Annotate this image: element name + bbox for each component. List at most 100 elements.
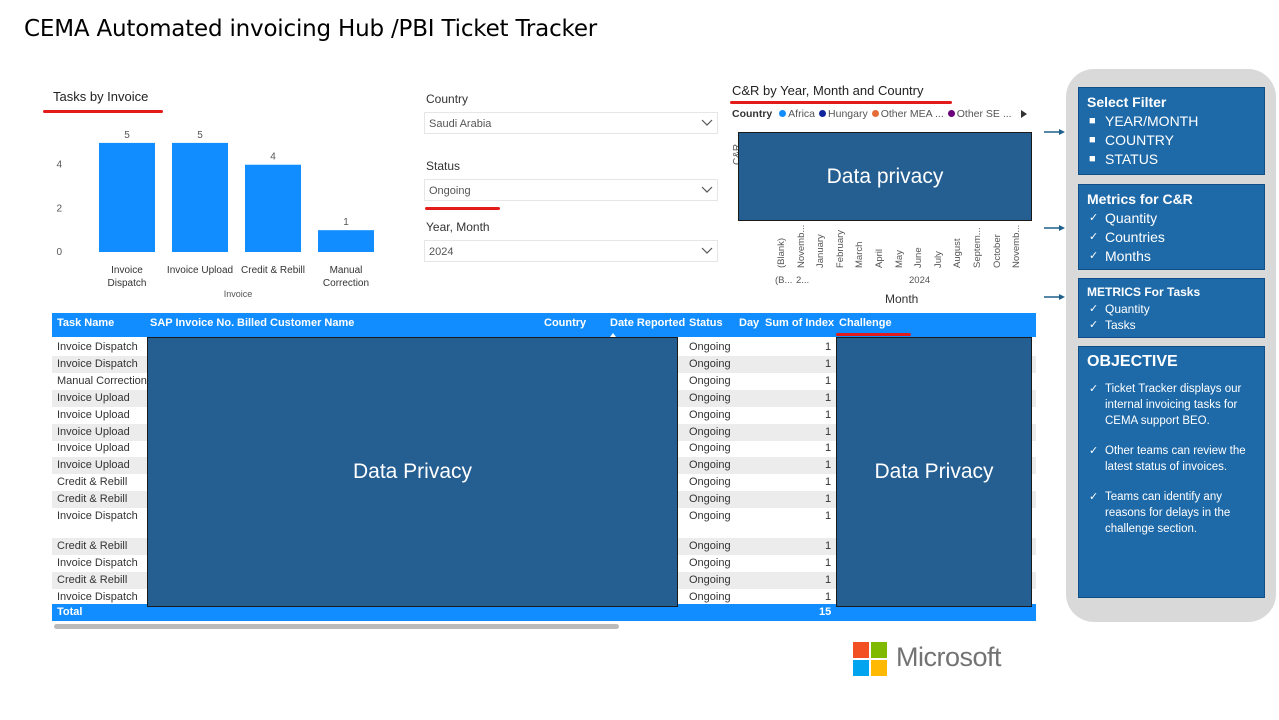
total-label: Total: [57, 606, 83, 618]
legend-item[interactable]: Other MEA ...: [881, 108, 944, 120]
card-item: ✓ Other teams can review the latest statu…: [1089, 445, 1246, 473]
legend-items: Africa Hungary Other MEA ... Other SE ...: [775, 108, 1012, 120]
year-label: 2024: [909, 275, 931, 286]
sum-of-index-cell: 1: [825, 459, 832, 471]
data-label: 4: [270, 152, 276, 163]
page-title: CEMA Automated invoicing Hub /PBI Ticket…: [24, 16, 598, 42]
y-tick-label: 0: [56, 247, 62, 258]
card-item: ✓ Teams can identify any reasons for dela…: [1089, 491, 1231, 535]
check-icon: ✓: [1089, 303, 1099, 315]
cr-month-axis: (Blank) Novemb... January February March Apri…: [770, 222, 1035, 292]
col-billed-customer[interactable]: Billed Customer Name: [237, 317, 354, 329]
col-day[interactable]: Day: [739, 317, 759, 329]
bar: [318, 230, 374, 252]
task-name-cell: Invoice Dispatch: [57, 341, 138, 353]
data-label: 5: [124, 130, 130, 141]
country-filter-label: Country: [426, 92, 469, 106]
data-label: 1: [343, 217, 349, 228]
card-item: ✓ Ticket Tracker displays our internal in…: [1089, 383, 1242, 427]
task-name-cell: Invoice Upload: [57, 392, 130, 404]
status-cell: Ongoing: [689, 591, 731, 603]
chevron-down-icon[interactable]: [701, 116, 713, 128]
sum-of-index-cell: 1: [825, 476, 832, 488]
status-filter-value: Ongoing: [429, 185, 471, 197]
month-tick-label: Septem...: [972, 227, 983, 268]
y-tick-label: 2: [56, 203, 62, 214]
card-item: ✓ Quantity: [1089, 302, 1150, 316]
card-item: ✓ Months: [1089, 248, 1151, 264]
sum-of-index-cell: 1: [825, 574, 832, 586]
legend-dot-icon: [779, 110, 787, 117]
microsoft-wordmark: Microsoft: [896, 642, 1002, 672]
x-axis-title: Invoice: [224, 289, 253, 299]
cr-title-underline: [730, 101, 952, 104]
legend-item[interactable]: Africa: [788, 108, 815, 120]
col-status[interactable]: Status: [689, 317, 723, 329]
card-item: ■ YEAR/MONTH: [1089, 113, 1199, 129]
month-tick-label: August: [952, 238, 964, 268]
bar: [99, 142, 155, 252]
objective-card: OBJECTIVE ✓ Ticket Tracker displays our i…: [1078, 346, 1265, 598]
status-filter-label: Status: [426, 159, 461, 173]
task-name-cell: Credit & Rebill: [57, 476, 128, 488]
sum-of-index-cell: 1: [825, 510, 832, 522]
status-cell: Ongoing: [689, 459, 731, 471]
x-tick-label: Correction: [323, 278, 369, 289]
bullet-icon: ■: [1089, 153, 1096, 165]
bullet-icon: ■: [1089, 134, 1096, 146]
month-tick-label: March: [854, 241, 866, 268]
sum-of-index-cell: 1: [825, 426, 832, 438]
task-name-cell: Invoice Dispatch: [57, 557, 138, 569]
x-tick-label: Manual: [330, 265, 363, 276]
legend-item[interactable]: Hungary: [828, 108, 868, 120]
horizontal-scrollbar[interactable]: [54, 624, 619, 629]
status-cell: Ongoing: [689, 493, 731, 505]
card-item: ✓ Quantity: [1089, 210, 1158, 226]
task-name-cell: Invoice Dispatch: [57, 358, 138, 370]
card-title: Select Filter: [1087, 94, 1167, 110]
year-month-filter-value: 2024: [429, 246, 454, 258]
card-title: METRICS For Tasks: [1087, 285, 1201, 299]
col-date-reported[interactable]: Date Reported: [610, 317, 685, 329]
status-cell: Ongoing: [689, 574, 731, 586]
arrow-right-icon: [1044, 225, 1065, 231]
challenge-underline: [836, 333, 911, 336]
col-sum-of-index[interactable]: Sum of Index: [765, 317, 834, 329]
legend-title: Country: [732, 108, 773, 120]
status-cell: Ongoing: [689, 409, 731, 421]
sum-of-index-cell: 1: [825, 591, 832, 603]
col-country[interactable]: Country: [544, 317, 586, 329]
sum-of-index-cell: 1: [825, 358, 832, 370]
task-name-cell: Manual Correction: [57, 375, 147, 387]
col-sap-invoice[interactable]: SAP Invoice No.: [150, 317, 234, 329]
tasks-bar-chart[interactable]: 0 2 4 5 Invoice Dispatch 5 Invoice Upload 4 Credi…: [48, 110, 388, 305]
bar: [245, 164, 301, 252]
country-filter[interactable]: Saudi Arabia: [424, 112, 718, 134]
month-tick-label: (Blank): [776, 237, 787, 268]
chevron-down-icon[interactable]: [701, 183, 713, 195]
sum-of-index-cell: 1: [825, 341, 832, 353]
x-tick-label: Dispatch: [108, 278, 147, 289]
legend-dot-icon: [871, 110, 879, 117]
col-task-name[interactable]: Task Name: [57, 317, 114, 329]
chevron-down-icon[interactable]: [701, 244, 713, 256]
month-tick-label: May: [893, 250, 905, 268]
task-name-cell: Invoice Upload: [57, 442, 130, 454]
year-month-filter[interactable]: 2024: [424, 240, 718, 262]
status-filter[interactable]: Ongoing: [424, 179, 718, 201]
country-filter-value: Saudi Arabia: [429, 118, 492, 130]
legend-item[interactable]: Other SE ...: [957, 108, 1012, 120]
status-cell: Ongoing: [689, 341, 731, 353]
check-icon: ✓: [1089, 231, 1099, 243]
sum-of-index-cell: 1: [825, 540, 832, 552]
col-challenge[interactable]: Challenge: [839, 317, 892, 329]
x-tick-label: Invoice: [111, 265, 143, 276]
status-underline: [425, 207, 500, 210]
month-tick-label: June: [913, 247, 925, 268]
task-name-cell: Credit & Rebill: [57, 574, 128, 586]
card-title: OBJECTIVE: [1087, 353, 1178, 370]
sum-of-index-cell: 1: [825, 442, 832, 454]
metrics-tasks-card: METRICS For Tasks ✓ Quantity ✓ Tasks: [1078, 278, 1265, 338]
task-name-cell: Invoice Dispatch: [57, 591, 138, 603]
legend-next-icon[interactable]: [1020, 109, 1028, 119]
